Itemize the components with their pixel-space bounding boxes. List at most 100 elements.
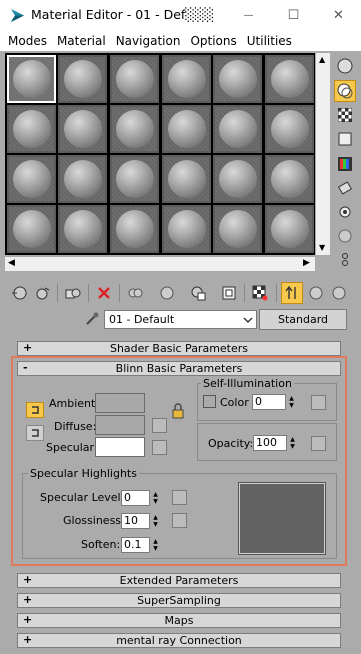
put-to-library-button[interactable]	[156, 282, 178, 304]
self-illum-color-checkbox[interactable]	[203, 395, 216, 408]
sample-slot[interactable]	[265, 105, 314, 153]
sample-slot[interactable]	[162, 55, 211, 103]
sample-slot[interactable]	[58, 205, 107, 253]
scroll-down-icon[interactable]: ▼	[319, 243, 325, 252]
sample-slot[interactable]	[110, 155, 159, 203]
sample-slot[interactable]	[7, 55, 56, 103]
material-sphere	[116, 210, 154, 248]
reset-map-button[interactable]	[93, 282, 115, 304]
sample-slot[interactable]	[7, 205, 56, 253]
menu-options[interactable]: Options	[185, 34, 241, 48]
spinner-arrows-icon[interactable]: ▲ ▼	[150, 513, 161, 529]
show-map-in-viewport-button[interactable]	[218, 282, 240, 304]
select-by-material-button[interactable]	[334, 225, 356, 247]
sample-slot[interactable]	[110, 205, 159, 253]
scroll-right-icon[interactable]: ▶	[303, 258, 310, 268]
sample-slot[interactable]	[162, 155, 211, 203]
expand-icon: +	[23, 573, 33, 586]
sample-slot[interactable]	[265, 55, 314, 103]
sample-uv-tiling-button[interactable]	[334, 128, 356, 150]
sample-slot[interactable]	[162, 205, 211, 253]
sample-slot[interactable]	[213, 155, 262, 203]
ambient-color-swatch[interactable]	[95, 393, 145, 413]
material-id-channel-button[interactable]	[187, 282, 209, 304]
rollout-maps[interactable]: + Maps	[17, 613, 341, 628]
put-material-to-scene-button[interactable]	[32, 282, 54, 304]
sample-slot[interactable]	[58, 155, 107, 203]
options-icon	[339, 206, 351, 218]
go-to-parent-button[interactable]	[281, 282, 303, 304]
spinner-arrows-icon[interactable]: ▲ ▼	[287, 435, 298, 451]
sample-slot[interactable]	[110, 55, 159, 103]
maximize-button[interactable]: ☐	[271, 0, 316, 31]
close-button[interactable]: ✕	[316, 0, 361, 31]
chevron-down-icon[interactable]	[240, 311, 256, 328]
sample-type-button[interactable]	[334, 55, 356, 77]
options-button[interactable]	[334, 201, 356, 223]
specular-level-label: Specular Level:	[40, 491, 125, 504]
material-sphere	[116, 110, 154, 148]
menu-material[interactable]: Material	[52, 34, 111, 48]
rollout-shader-basic[interactable]: + Shader Basic Parameters	[17, 341, 341, 356]
rollout-mental-ray[interactable]: + mental ray Connection	[17, 633, 341, 648]
pick-material-button[interactable]	[328, 282, 350, 304]
get-material-button[interactable]	[8, 282, 30, 304]
video-color-check-button[interactable]	[334, 153, 356, 175]
background-button[interactable]	[334, 104, 356, 126]
glossiness-map-button[interactable]	[172, 513, 187, 528]
vertical-scrollbar[interactable]: ▲ ▼	[316, 53, 330, 255]
sample-slot[interactable]	[7, 155, 56, 203]
scroll-up-icon[interactable]: ▲	[319, 55, 325, 64]
material-sphere	[271, 60, 309, 98]
sample-slot[interactable]	[58, 105, 107, 153]
diffuse-map-button[interactable]	[152, 418, 167, 433]
self-illum-map-button[interactable]	[311, 395, 326, 410]
material-name-field[interactable]: 01 - Default	[104, 310, 257, 329]
self-illum-value[interactable]: 0	[252, 394, 286, 410]
go-forward-to-sibling-button[interactable]	[305, 282, 327, 304]
specular-level-map-button[interactable]	[172, 490, 187, 505]
show-end-result-button[interactable]	[249, 282, 271, 304]
lock-ambient-diffuse-button[interactable]	[26, 402, 44, 418]
sample-slot[interactable]	[265, 155, 314, 203]
make-preview-button[interactable]	[334, 177, 356, 199]
horizontal-scrollbar[interactable]: ◀ ▶	[5, 257, 315, 271]
opacity-map-button[interactable]	[311, 436, 326, 451]
scroll-left-icon[interactable]: ◀	[8, 258, 15, 268]
lock-button[interactable]	[170, 403, 186, 419]
specular-level-value[interactable]: 0	[121, 490, 150, 506]
rollout-supersampling[interactable]: + SuperSampling	[17, 593, 341, 608]
sample-slot[interactable]	[58, 55, 107, 103]
make-unique-button[interactable]	[124, 282, 146, 304]
eyedropper-icon[interactable]	[84, 311, 100, 327]
diffuse-color-swatch[interactable]	[95, 415, 145, 435]
sample-slot[interactable]	[213, 205, 262, 253]
rollout-extended[interactable]: + Extended Parameters	[17, 573, 341, 588]
material-map-navigator-button[interactable]	[334, 249, 356, 271]
lock-diffuse-specular-button[interactable]	[26, 425, 44, 441]
sample-slot[interactable]	[7, 105, 56, 153]
material-sphere	[13, 60, 51, 98]
minimize-button[interactable]: —	[226, 0, 271, 31]
sample-slot[interactable]	[213, 55, 262, 103]
material-type-button[interactable]: Standard	[259, 309, 347, 330]
sample-slot[interactable]	[213, 105, 262, 153]
specular-color-swatch[interactable]	[95, 437, 145, 457]
glossiness-value[interactable]: 10	[121, 513, 150, 529]
spinner-arrows-icon[interactable]: ▲ ▼	[150, 537, 161, 553]
spinner-arrows-icon[interactable]: ▲ ▼	[286, 394, 297, 410]
sample-slot[interactable]	[110, 105, 159, 153]
maximize-icon: ☐	[287, 8, 300, 23]
rollout-blinn-basic[interactable]: - Blinn Basic Parameters	[17, 361, 341, 376]
assign-material-button[interactable]	[62, 282, 84, 304]
menu-navigation[interactable]: Navigation	[111, 34, 186, 48]
specular-map-button[interactable]	[152, 440, 167, 455]
sample-slot[interactable]	[265, 205, 314, 253]
soften-value[interactable]: 0.1	[121, 537, 150, 553]
backlight-button[interactable]	[334, 80, 356, 102]
spinner-arrows-icon[interactable]: ▲ ▼	[150, 490, 161, 506]
opacity-value[interactable]: 100	[253, 435, 287, 451]
sample-slot[interactable]	[162, 105, 211, 153]
menu-utilities[interactable]: Utilities	[242, 34, 297, 48]
menu-modes[interactable]: Modes	[3, 34, 52, 48]
